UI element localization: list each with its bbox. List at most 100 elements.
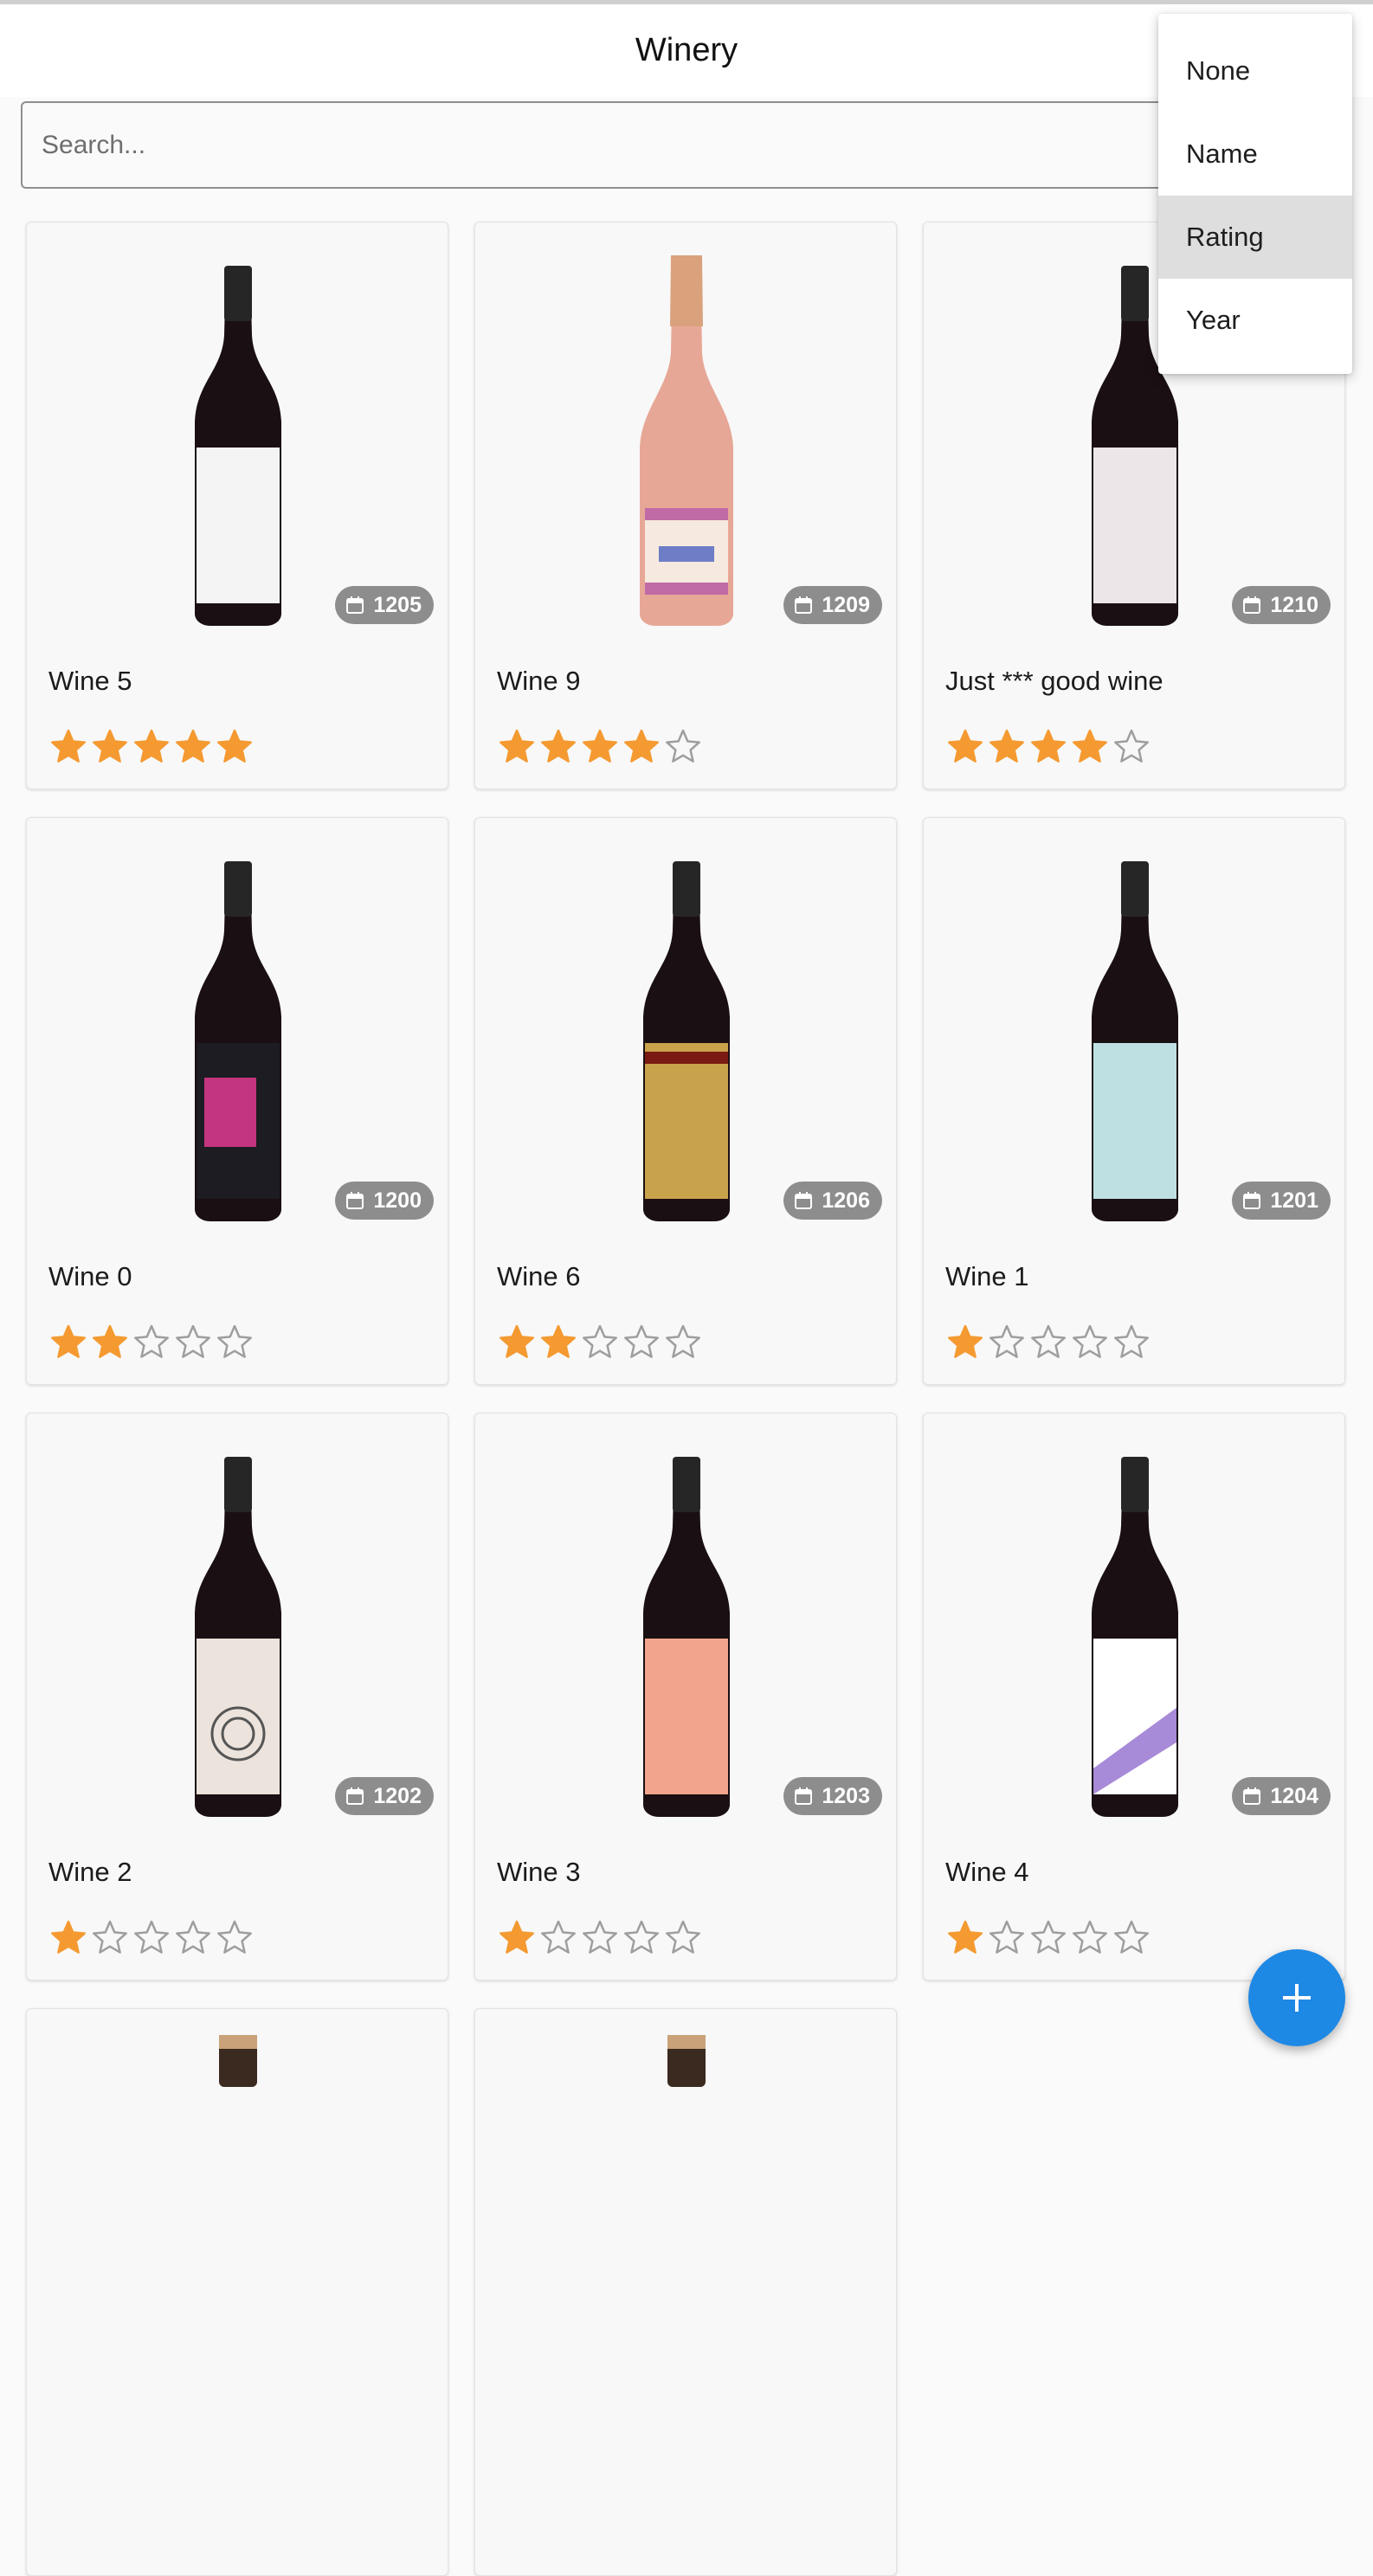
wine-card[interactable]: 1201 Wine 1: [923, 817, 1345, 1385]
star-empty-icon: [1073, 1920, 1107, 1954]
star-filled-icon: [624, 729, 659, 763]
calendar-icon: [795, 1192, 813, 1209]
wine-bottle-image: [924, 1414, 1346, 1829]
wine-name: Just *** good wine: [945, 666, 1164, 696]
year-badge: 1206: [783, 1182, 882, 1220]
wine-name: Wine 6: [497, 1261, 581, 1291]
star-filled-icon: [1031, 729, 1066, 763]
star-empty-icon: [176, 1920, 210, 1954]
star-filled-icon: [51, 1920, 86, 1954]
year-badge: 1205: [335, 586, 434, 624]
year-value: 1210: [1270, 592, 1318, 617]
wine-card[interactable]: 1203 Wine 3: [474, 1413, 897, 1980]
star-empty-icon: [1073, 1324, 1107, 1358]
star-empty-icon: [624, 1324, 659, 1358]
star-empty-icon: [134, 1324, 169, 1358]
star-filled-icon: [500, 729, 534, 763]
sort-option-rating[interactable]: Rating: [1158, 196, 1352, 279]
rating-stars: [49, 728, 254, 766]
year-badge: 1201: [1232, 1182, 1331, 1220]
year-value: 1205: [373, 592, 422, 617]
sort-option-name[interactable]: Name: [1158, 113, 1352, 196]
star-empty-icon: [1031, 1324, 1066, 1358]
year-value: 1209: [822, 592, 870, 617]
calendar-icon: [1243, 1787, 1261, 1805]
wine-name: Wine 1: [945, 1261, 1029, 1291]
star-empty-icon: [1114, 1324, 1149, 1358]
star-empty-icon: [1114, 1920, 1149, 1954]
year-value: 1201: [1270, 1188, 1318, 1213]
star-empty-icon: [1114, 729, 1149, 763]
calendar-icon: [346, 1192, 364, 1209]
add-wine-button[interactable]: [1248, 1949, 1345, 2046]
search-input[interactable]: [23, 103, 1349, 187]
star-filled-icon: [176, 729, 210, 763]
year-value: 1200: [373, 1188, 422, 1213]
star-empty-icon: [989, 1324, 1024, 1358]
wine-name: Wine 4: [945, 1857, 1029, 1887]
rating-stars: [498, 1919, 702, 1957]
year-badge: 1204: [1232, 1777, 1331, 1815]
sort-option-none[interactable]: None: [1158, 29, 1352, 113]
star-empty-icon: [217, 1324, 252, 1358]
wine-card[interactable]: 1204 Wine 4: [923, 1413, 1345, 1980]
wine-bottle-image: [475, 2009, 898, 2425]
wine-bottle-image: [27, 2009, 449, 2425]
wine-card[interactable]: 1209 Wine 9: [474, 222, 897, 789]
year-value: 1206: [822, 1188, 870, 1213]
star-empty-icon: [93, 1920, 127, 1954]
wine-bottle-image: [475, 818, 898, 1233]
calendar-icon: [795, 1787, 813, 1805]
star-empty-icon: [583, 1324, 617, 1358]
calendar-icon: [1243, 1192, 1261, 1209]
wine-card[interactable]: 1202 Wine 2: [26, 1413, 448, 1980]
star-filled-icon: [541, 729, 576, 763]
year-value: 1204: [1270, 1783, 1318, 1808]
wine-card[interactable]: 1205 Wine 5: [26, 222, 448, 789]
star-empty-icon: [989, 1920, 1024, 1954]
rating-stars: [49, 1323, 254, 1362]
wine-card[interactable]: [474, 2008, 897, 2576]
rating-stars: [946, 728, 1151, 766]
wine-card[interactable]: 1200 Wine 0: [26, 817, 448, 1385]
wine-bottle-image: [27, 818, 449, 1233]
wine-name: Wine 9: [497, 666, 581, 696]
star-filled-icon: [93, 1324, 127, 1358]
year-badge: 1209: [783, 586, 882, 624]
calendar-icon: [346, 596, 364, 614]
rating-stars: [498, 1323, 702, 1362]
star-filled-icon: [948, 1324, 983, 1358]
year-value: 1202: [373, 1783, 422, 1808]
star-filled-icon: [217, 729, 252, 763]
year-value: 1203: [822, 1783, 870, 1808]
wine-name: Wine 2: [48, 1857, 132, 1887]
rating-stars: [49, 1919, 254, 1957]
sort-menu: None Name Rating Year: [1158, 14, 1352, 374]
plus-icon: [1283, 1984, 1311, 2012]
star-empty-icon: [666, 729, 700, 763]
wine-bottle-image: [475, 222, 898, 638]
star-filled-icon: [583, 729, 617, 763]
calendar-icon: [1243, 596, 1261, 614]
star-filled-icon: [500, 1920, 534, 1954]
star-filled-icon: [989, 729, 1024, 763]
calendar-icon: [346, 1787, 364, 1805]
star-empty-icon: [666, 1920, 700, 1954]
star-empty-icon: [134, 1920, 169, 1954]
year-badge: 1200: [335, 1182, 434, 1220]
sort-option-year[interactable]: Year: [1158, 279, 1352, 362]
star-filled-icon: [1073, 729, 1107, 763]
star-empty-icon: [624, 1920, 659, 1954]
star-empty-icon: [666, 1324, 700, 1358]
search-field[interactable]: [21, 101, 1350, 189]
wine-name: Wine 3: [497, 1857, 581, 1887]
star-filled-icon: [134, 729, 169, 763]
wine-bottle-image: [27, 1414, 449, 1829]
star-filled-icon: [500, 1324, 534, 1358]
star-filled-icon: [948, 729, 983, 763]
rating-stars: [946, 1919, 1151, 1957]
wine-card[interactable]: [26, 2008, 448, 2576]
wine-bottle-image: [475, 1414, 898, 1829]
wine-card[interactable]: 1206 Wine 6: [474, 817, 897, 1385]
year-badge: 1203: [783, 1777, 882, 1815]
